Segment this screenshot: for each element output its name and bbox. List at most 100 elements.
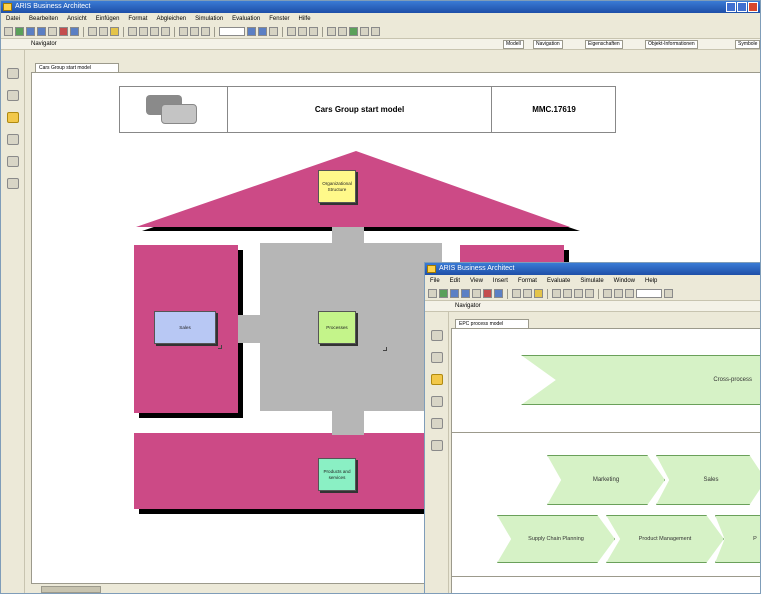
document-icon[interactable] xyxy=(431,352,443,363)
tool-icon[interactable] xyxy=(371,27,380,36)
zoom-in-icon[interactable] xyxy=(247,27,256,36)
print-icon[interactable] xyxy=(37,27,46,36)
tab-model[interactable]: Cars Group start model xyxy=(35,63,119,72)
menu-item[interactable]: Evaluate xyxy=(547,275,570,287)
preview-icon[interactable] xyxy=(472,289,481,298)
menu-item[interactable]: Help xyxy=(645,275,657,287)
save-icon[interactable] xyxy=(26,27,35,36)
font-icon[interactable] xyxy=(603,289,612,298)
layout-icon[interactable] xyxy=(150,27,159,36)
menu-item[interactable]: Evaluation xyxy=(232,13,260,25)
filter-icon[interactable] xyxy=(7,112,19,123)
box-products-services[interactable]: Products and services xyxy=(318,458,356,491)
nav-button-model[interactable]: Modell xyxy=(503,40,524,49)
redo-icon[interactable] xyxy=(523,289,532,298)
tool-icon[interactable] xyxy=(360,27,369,36)
bold-icon[interactable] xyxy=(190,27,199,36)
italic-icon[interactable] xyxy=(201,27,210,36)
menu-item[interactable]: Abgleichen xyxy=(156,13,186,25)
box-sales[interactable]: Sales xyxy=(154,311,216,344)
table-icon[interactable] xyxy=(7,134,19,145)
copy-icon[interactable] xyxy=(494,289,503,298)
globe-icon[interactable] xyxy=(7,68,19,79)
menu-item[interactable]: Edit xyxy=(450,275,460,287)
properties-icon[interactable] xyxy=(110,27,119,36)
edit-icon[interactable] xyxy=(431,440,443,451)
new-icon[interactable] xyxy=(4,27,13,36)
chevron-cross-process[interactable]: Cross-process xyxy=(521,355,760,405)
properties-icon[interactable] xyxy=(534,289,543,298)
open-icon[interactable] xyxy=(15,27,24,36)
font-icon[interactable] xyxy=(179,27,188,36)
open-icon[interactable] xyxy=(439,289,448,298)
nav-button-object-info[interactable]: Objekt-Informationen xyxy=(645,40,698,49)
menu-item[interactable]: Simulate xyxy=(580,275,603,287)
bold-icon[interactable] xyxy=(614,289,623,298)
document-icon[interactable] xyxy=(7,90,19,101)
cut-icon[interactable] xyxy=(483,289,492,298)
zoom-box[interactable] xyxy=(636,289,662,298)
nav-button-navigation[interactable]: Navigation xyxy=(533,40,563,49)
redo-icon[interactable] xyxy=(99,27,108,36)
tool-icon[interactable] xyxy=(309,27,318,36)
close-button[interactable] xyxy=(748,2,758,12)
nav-button-symbols[interactable]: Symbole xyxy=(735,40,760,49)
menu-item[interactable]: File xyxy=(430,275,440,287)
print-icon[interactable] xyxy=(461,289,470,298)
layout-icon[interactable] xyxy=(574,289,583,298)
menu-item[interactable]: Datei xyxy=(6,13,20,25)
menu-item[interactable]: Einfügen xyxy=(96,13,120,25)
menu-item[interactable]: Hilfe xyxy=(299,13,311,25)
align-icon[interactable] xyxy=(139,27,148,36)
cut-icon[interactable] xyxy=(59,27,68,36)
save-icon[interactable] xyxy=(450,289,459,298)
tool-icon[interactable] xyxy=(664,289,673,298)
filter-icon[interactable] xyxy=(431,374,443,385)
preview-icon[interactable] xyxy=(48,27,57,36)
menu-item[interactable]: Format xyxy=(128,13,147,25)
tool-icon[interactable] xyxy=(327,27,336,36)
align-icon[interactable] xyxy=(563,289,572,298)
edit-icon[interactable] xyxy=(7,178,19,189)
menu-item[interactable]: Ansicht xyxy=(67,13,87,25)
menu-item[interactable]: Bearbeiten xyxy=(29,13,58,25)
globe-icon[interactable] xyxy=(431,330,443,341)
main-title-bar[interactable]: ARIS Business Architect xyxy=(1,1,760,13)
zoom-box[interactable] xyxy=(219,27,245,36)
connection-icon[interactable] xyxy=(7,156,19,167)
tool-icon[interactable] xyxy=(338,27,347,36)
main-scroll-thumb[interactable] xyxy=(41,586,101,593)
menu-item[interactable]: Fenster xyxy=(269,13,289,25)
undo-icon[interactable] xyxy=(512,289,521,298)
menu-item[interactable]: Insert xyxy=(493,275,508,287)
box-organizational-structure[interactable]: Organizational Structure xyxy=(318,170,356,203)
chevron-supply-chain-planning[interactable]: Supply Chain Planning xyxy=(497,515,615,563)
tool-icon[interactable] xyxy=(349,27,358,36)
new-icon[interactable] xyxy=(428,289,437,298)
zoom-fit-icon[interactable] xyxy=(269,27,278,36)
zoom-out-icon[interactable] xyxy=(258,27,267,36)
grid-icon[interactable] xyxy=(552,289,561,298)
menu-item[interactable]: View xyxy=(470,275,483,287)
maximize-button[interactable] xyxy=(737,2,747,12)
connect-icon[interactable] xyxy=(287,27,296,36)
italic-icon[interactable] xyxy=(625,289,634,298)
menu-item[interactable]: Window xyxy=(614,275,635,287)
chevron-marketing[interactable]: Marketing xyxy=(547,455,665,505)
copy-icon[interactable] xyxy=(70,27,79,36)
table-icon[interactable] xyxy=(431,396,443,407)
minimize-button[interactable] xyxy=(726,2,736,12)
nav-button-properties[interactable]: Eigenschaften xyxy=(585,40,623,49)
chevron-product-management[interactable]: Product Management xyxy=(606,515,724,563)
tab-model[interactable]: EPC process model xyxy=(455,319,529,328)
box-processes[interactable]: Processes xyxy=(318,311,356,344)
chevron-sales[interactable]: Sales xyxy=(656,455,760,505)
undo-icon[interactable] xyxy=(88,27,97,36)
front-title-bar[interactable]: ARIS Business Architect xyxy=(425,263,760,275)
tool-icon[interactable] xyxy=(298,27,307,36)
front-model-canvas[interactable]: Cross-process Marketing Sales Supply Cha… xyxy=(451,328,760,593)
connection-icon[interactable] xyxy=(431,418,443,429)
format-icon[interactable] xyxy=(161,27,170,36)
menu-item[interactable]: Simulation xyxy=(195,13,223,25)
grid-icon[interactable] xyxy=(128,27,137,36)
